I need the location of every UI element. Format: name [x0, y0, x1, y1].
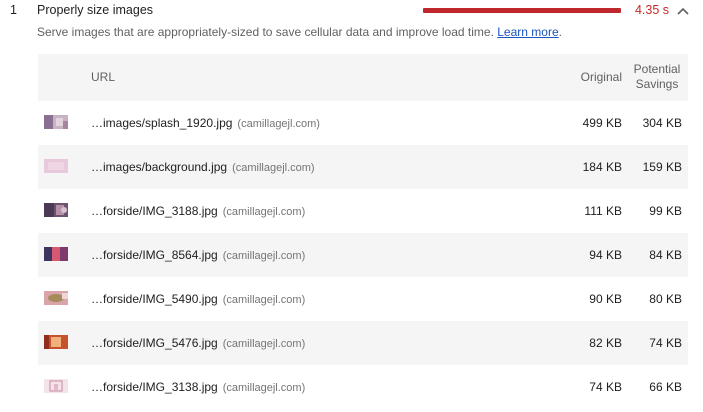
url-host: (camillagejl.com) [222, 206, 306, 218]
thumbnail-image [44, 159, 68, 173]
row-original: 111 KB [584, 204, 622, 218]
description-text: Serve images that are appropriately-size… [37, 25, 494, 39]
column-header-url: URL [91, 70, 116, 84]
savings-bar [423, 8, 621, 13]
url-host: (camillagejl.com) [222, 250, 306, 262]
row-original: 499 KB [582, 116, 622, 130]
savings-value: 4.35 s [634, 3, 669, 17]
column-header-savings-line2: Savings [635, 77, 679, 91]
url-host: (camillagejl.com) [237, 118, 320, 130]
row-savings: 80 KB [649, 292, 682, 306]
chevron-up-icon[interactable] [676, 6, 690, 16]
table-row: …forside/IMG_5490.jpg (camillagejl.com) 9… [38, 277, 688, 321]
table-row: …forside/IMG_3138.jpg (camillagejl.com) 7… [38, 365, 688, 409]
row-url[interactable]: …forside/IMG_5490.jpg (camillagejl.com) [91, 292, 305, 306]
row-savings: 74 KB [649, 336, 682, 350]
audit-header[interactable]: 1 Properly size images 4.35 s [0, 0, 703, 24]
column-header-original: Original [580, 70, 622, 84]
row-url[interactable]: …forside/IMG_3188.jpg (camillagejl.com) [91, 204, 305, 218]
url-path[interactable]: …forside/IMG_8564.jpg [91, 248, 218, 262]
thumbnail-image [44, 291, 68, 305]
url-host: (camillagejl.com) [222, 294, 306, 306]
learn-more-link[interactable]: Learn more [497, 25, 558, 39]
url-path[interactable]: …forside/IMG_5476.jpg [91, 336, 218, 350]
audit-description: Serve images that are appropriately-size… [37, 25, 562, 39]
row-original: 82 KB [589, 336, 622, 350]
url-host: (camillagejl.com) [232, 162, 315, 174]
row-original: 90 KB [589, 292, 622, 306]
table-row: …forside/IMG_3188.jpg (camillagejl.com) 1… [38, 189, 688, 233]
thumbnail-image [44, 247, 68, 261]
url-path[interactable]: …images/background.jpg [91, 160, 227, 174]
row-url[interactable]: …forside/IMG_8564.jpg (camillagejl.com) [91, 248, 305, 262]
column-header-savings: Potential Savings [632, 62, 682, 92]
row-original: 184 KB [582, 160, 622, 174]
url-path[interactable]: …forside/IMG_5490.jpg [91, 292, 218, 306]
thumbnail-image [44, 115, 68, 129]
audit-panel: 1 Properly size images 4.35 s Serve imag… [0, 0, 703, 412]
row-savings: 99 KB [649, 204, 682, 218]
row-savings: 66 KB [649, 380, 682, 394]
thumbnail-image [44, 203, 68, 217]
row-savings: 159 KB [642, 160, 682, 174]
row-savings: 84 KB [649, 248, 682, 262]
table-row: …images/background.jpg (camillagejl.com) … [38, 145, 688, 189]
url-path[interactable]: …forside/IMG_3188.jpg [91, 204, 218, 218]
table-row: …images/splash_1920.jpg (camillagejl.com)… [38, 101, 688, 145]
description-end: . [558, 25, 562, 39]
row-url[interactable]: …forside/IMG_5476.jpg (camillagejl.com) [91, 336, 305, 350]
column-header-savings-line1: Potential [633, 62, 681, 76]
table-header: URL Original Potential Savings [38, 54, 688, 101]
url-host: (camillagejl.com) [222, 338, 306, 350]
table-row: …forside/IMG_5476.jpg (camillagejl.com) 8… [38, 321, 688, 365]
row-url[interactable]: …forside/IMG_3138.jpg (camillagejl.com) [91, 380, 305, 394]
url-path[interactable]: …images/splash_1920.jpg [91, 116, 232, 130]
audit-index: 1 [10, 3, 17, 17]
row-savings: 304 KB [642, 116, 682, 130]
row-url[interactable]: …images/splash_1920.jpg (camillagejl.com) [91, 116, 320, 130]
url-path[interactable]: …forside/IMG_3138.jpg [91, 380, 218, 394]
row-original: 94 KB [589, 248, 622, 262]
row-url[interactable]: …images/background.jpg (camillagejl.com) [91, 160, 315, 174]
details-table: URL Original Potential Savings …images/s… [38, 54, 688, 409]
audit-title[interactable]: Properly size images [37, 3, 153, 17]
table-row: …forside/IMG_8564.jpg (camillagejl.com) 9… [38, 233, 688, 277]
url-host: (camillagejl.com) [222, 382, 306, 394]
thumbnail-image [44, 335, 68, 349]
row-original: 74 KB [589, 380, 622, 394]
thumbnail-image [44, 379, 68, 393]
